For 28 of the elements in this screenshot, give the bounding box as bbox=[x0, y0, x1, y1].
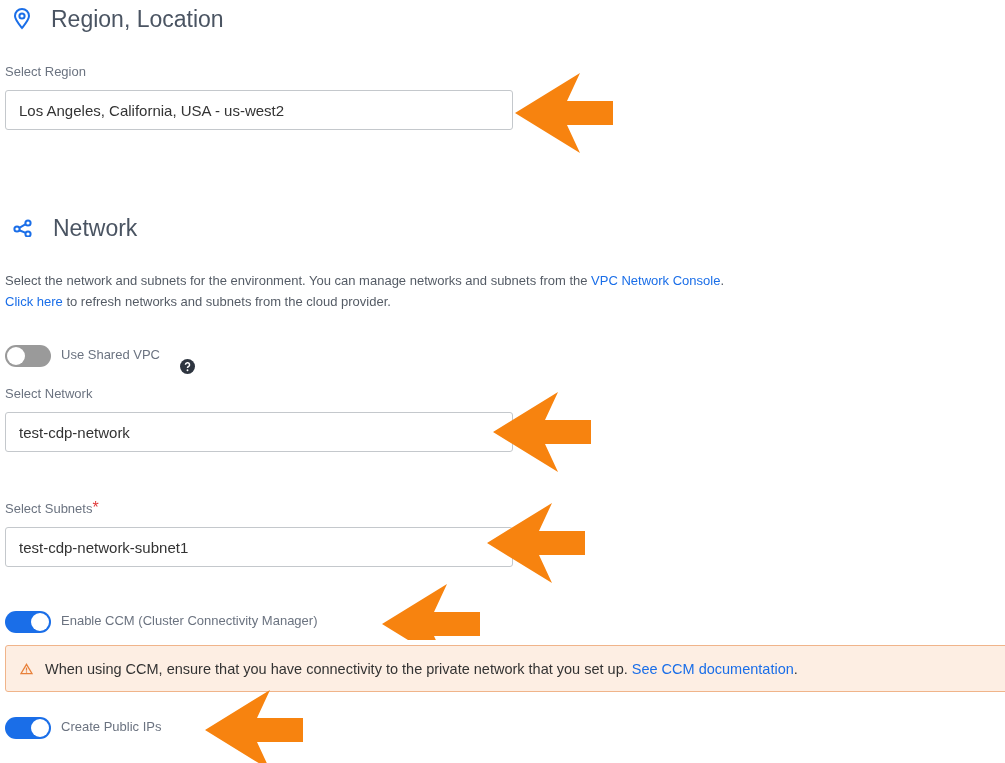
field-label: Select Network bbox=[5, 386, 94, 402]
select-field[interactable]: test-cdp-network-subnet1 bbox=[5, 527, 513, 567]
select-field[interactable]: test-cdp-network bbox=[5, 412, 513, 452]
arrow-icon bbox=[487, 503, 585, 583]
toggle-switch[interactable] bbox=[5, 611, 51, 633]
location-pin-icon bbox=[13, 8, 31, 30]
arrow-icon bbox=[205, 690, 303, 763]
field-label: Select Subnets* bbox=[5, 500, 100, 517]
region-select[interactable]: Los Angeles, California, USA - us-west2 bbox=[5, 90, 513, 130]
toggle-label: Enable CCM (Cluster Connectivity Manager) bbox=[61, 612, 318, 630]
toggle-label: Create Public IPs bbox=[61, 718, 162, 736]
toggle-switch[interactable] bbox=[5, 717, 51, 739]
alert-text: When using CCM, ensure that you have connectivity to the private network that you set up. See CCM documentation. bbox=[45, 660, 798, 677]
warning-icon bbox=[20, 662, 33, 675]
toggle-switch[interactable] bbox=[5, 345, 51, 367]
arrow-icon bbox=[382, 584, 480, 640]
section-title: Region, Location bbox=[51, 5, 224, 33]
section-title: Network bbox=[53, 214, 138, 242]
arrow-icon bbox=[515, 73, 613, 153]
toggle-label: Use Shared VPC bbox=[61, 346, 160, 364]
description-text: Select the network and subnets for the environment. You can manage networks and subnets from the VPC Network Console. bbox=[5, 272, 726, 290]
field-label: Select Region bbox=[5, 64, 87, 80]
link[interactable]: See CCM documentation bbox=[631, 660, 794, 677]
help-icon[interactable] bbox=[180, 359, 195, 374]
arrow-icon bbox=[493, 392, 591, 472]
link[interactable]: Click here bbox=[5, 294, 63, 309]
description-text: Click here to refresh networks and subnets from the cloud provider. bbox=[5, 293, 392, 311]
share-icon bbox=[13, 219, 33, 237]
